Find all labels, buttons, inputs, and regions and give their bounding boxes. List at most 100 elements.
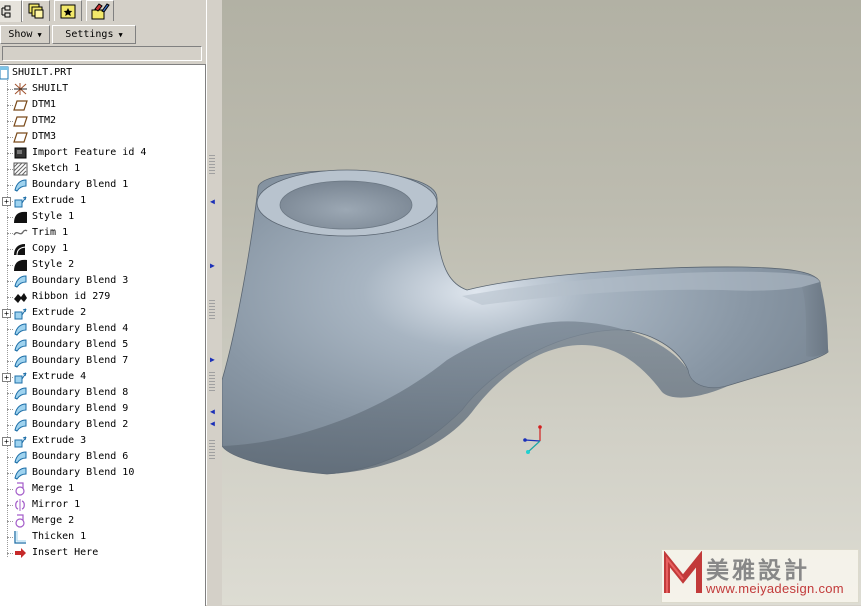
mirror-icon bbox=[13, 498, 28, 512]
tree-item[interactable]: Trim 1 bbox=[0, 225, 205, 241]
boundary-blend-icon bbox=[13, 386, 28, 400]
tree-item[interactable]: Boundary Blend 10 bbox=[0, 465, 205, 481]
show-label: Show bbox=[8, 29, 33, 40]
watermark-url: www.meiyadesign.com bbox=[706, 581, 844, 596]
datum-plane-icon bbox=[13, 98, 28, 112]
style-icon bbox=[13, 210, 28, 224]
collapse-left-arrow-icon[interactable]: ◀ bbox=[210, 198, 215, 206]
expand-right-arrow-icon[interactable]: ▶ bbox=[210, 356, 215, 364]
tree-item[interactable]: Merge 1 bbox=[0, 481, 205, 497]
tree-item-label: Thicken 1 bbox=[32, 531, 87, 542]
settings-label: Settings bbox=[65, 29, 114, 40]
import-feature-icon bbox=[13, 146, 28, 160]
tree-item-label: Merge 1 bbox=[32, 483, 75, 494]
tree-item-label: Boundary Blend 10 bbox=[32, 467, 135, 478]
tree-item[interactable]: Ribbon id 279 bbox=[0, 289, 205, 305]
tree-item[interactable]: Mirror 1 bbox=[0, 497, 205, 513]
expand-toggle-icon[interactable]: + bbox=[2, 309, 11, 318]
tree-item-label: Extrude 1 bbox=[32, 195, 87, 206]
collapse-left-arrow-icon[interactable]: ◀ bbox=[210, 408, 215, 416]
extrude-icon bbox=[13, 194, 28, 208]
tab-favorites[interactable] bbox=[54, 0, 82, 21]
expand-toggle-icon[interactable]: + bbox=[2, 437, 11, 446]
show-menu-button[interactable]: Show ▼ bbox=[0, 25, 50, 44]
tree-item[interactable]: Merge 2 bbox=[0, 513, 205, 529]
thicken-icon bbox=[13, 530, 28, 544]
ribbon-icon bbox=[13, 290, 28, 304]
tree-item[interactable]: Boundary Blend 9 bbox=[0, 401, 205, 417]
tree-root[interactable]: SHUILT.PRT bbox=[0, 65, 205, 81]
tree-item[interactable]: Boundary Blend 3 bbox=[0, 273, 205, 289]
model-tree-panel: Show ▼ Settings ▼ SHUILT.PRT SHUILT DTM1 D… bbox=[0, 0, 206, 606]
tree-item[interactable]: Copy 1 bbox=[0, 241, 205, 257]
tree-item[interactable]: Boundary Blend 4 bbox=[0, 321, 205, 337]
tree-item-label: DTM2 bbox=[32, 115, 57, 126]
settings-dropdown-arrow-icon: ▼ bbox=[118, 30, 123, 39]
style-icon bbox=[13, 258, 28, 272]
faucet-spout-model[interactable] bbox=[222, 0, 861, 605]
splitter-grip bbox=[209, 440, 215, 460]
tab-model-tree[interactable] bbox=[0, 0, 22, 22]
tree-item-label: Merge 2 bbox=[32, 515, 75, 526]
insert-here-arrow-icon bbox=[13, 546, 28, 560]
tree-item-label: SHUILT bbox=[32, 83, 69, 94]
boundary-blend-icon bbox=[13, 402, 28, 416]
tree-item[interactable]: Thicken 1 bbox=[0, 529, 205, 545]
splitter-grip bbox=[209, 372, 215, 392]
tree-item-label: DTM3 bbox=[32, 131, 57, 142]
boundary-blend-icon bbox=[13, 274, 28, 288]
tree-item[interactable]: Boundary Blend 8 bbox=[0, 385, 205, 401]
tree-item[interactable]: + Extrude 1 bbox=[0, 193, 205, 209]
tree-item-label: Import Feature id 4 bbox=[32, 147, 147, 158]
tree-item-label: Boundary Blend 5 bbox=[32, 339, 129, 350]
tree-item-label: Boundary Blend 6 bbox=[32, 451, 129, 462]
tree-filter-field[interactable] bbox=[2, 46, 202, 61]
tree-item[interactable]: Boundary Blend 2 bbox=[0, 417, 205, 433]
model-tree-toolbar: Show ▼ Settings ▼ bbox=[0, 24, 206, 46]
expand-right-arrow-icon[interactable]: ▶ bbox=[210, 262, 215, 270]
tree-item[interactable]: Style 1 bbox=[0, 209, 205, 225]
tree-item-label: DTM1 bbox=[32, 99, 57, 110]
graphics-window[interactable]: 美雅設計 www.meiyadesign.com bbox=[222, 0, 861, 605]
tree-item-label: Boundary Blend 9 bbox=[32, 403, 129, 414]
tree-item-label: Extrude 2 bbox=[32, 307, 87, 318]
splitter-grip bbox=[209, 155, 215, 175]
tree-item[interactable]: Boundary Blend 7 bbox=[0, 353, 205, 369]
tree-item[interactable]: Sketch 1 bbox=[0, 161, 205, 177]
coordinate-system-triad-icon bbox=[523, 425, 542, 454]
expand-toggle-icon[interactable]: + bbox=[2, 197, 11, 206]
collapse-left-arrow-icon[interactable]: ◀ bbox=[210, 420, 215, 428]
tree-item-label: Style 1 bbox=[32, 211, 75, 222]
expand-toggle-icon[interactable]: + bbox=[2, 373, 11, 382]
tree-item[interactable]: + Extrude 4 bbox=[0, 369, 205, 385]
tree-item[interactable]: DTM1 bbox=[0, 97, 205, 113]
boundary-blend-icon bbox=[13, 418, 28, 432]
splitter-grip bbox=[209, 300, 215, 320]
tree-item[interactable]: DTM3 bbox=[0, 129, 205, 145]
datum-plane-icon bbox=[13, 114, 28, 128]
tree-item-label: Boundary Blend 2 bbox=[32, 419, 129, 430]
tab-tools[interactable] bbox=[86, 0, 114, 21]
tab-layers[interactable] bbox=[22, 0, 50, 21]
boundary-blend-icon bbox=[13, 338, 28, 352]
tree-item[interactable]: Boundary Blend 1 bbox=[0, 177, 205, 193]
tree-item[interactable]: Import Feature id 4 bbox=[0, 145, 205, 161]
tree-item-label: Boundary Blend 4 bbox=[32, 323, 129, 334]
tree-item-label: Style 2 bbox=[32, 259, 75, 270]
tree-item[interactable]: Style 2 bbox=[0, 257, 205, 273]
tree-item[interactable]: + Extrude 2 bbox=[0, 305, 205, 321]
settings-menu-button[interactable]: Settings ▼ bbox=[52, 25, 136, 44]
boundary-blend-icon bbox=[13, 466, 28, 480]
boundary-blend-icon bbox=[13, 354, 28, 368]
datum-plane-icon bbox=[13, 130, 28, 144]
tree-item-label: Ribbon id 279 bbox=[32, 291, 111, 302]
extrude-icon bbox=[13, 370, 28, 384]
tree-item[interactable]: Boundary Blend 5 bbox=[0, 337, 205, 353]
tree-item[interactable]: Insert Here bbox=[0, 545, 205, 561]
panel-splitter[interactable]: ◀ ▶ ▶ ◀ ◀ bbox=[206, 0, 222, 605]
tree-item[interactable]: SHUILT bbox=[0, 81, 205, 97]
tree-item-label: Copy 1 bbox=[32, 243, 69, 254]
tree-item[interactable]: Boundary Blend 6 bbox=[0, 449, 205, 465]
tree-item[interactable]: DTM2 bbox=[0, 113, 205, 129]
tree-item[interactable]: + Extrude 3 bbox=[0, 433, 205, 449]
